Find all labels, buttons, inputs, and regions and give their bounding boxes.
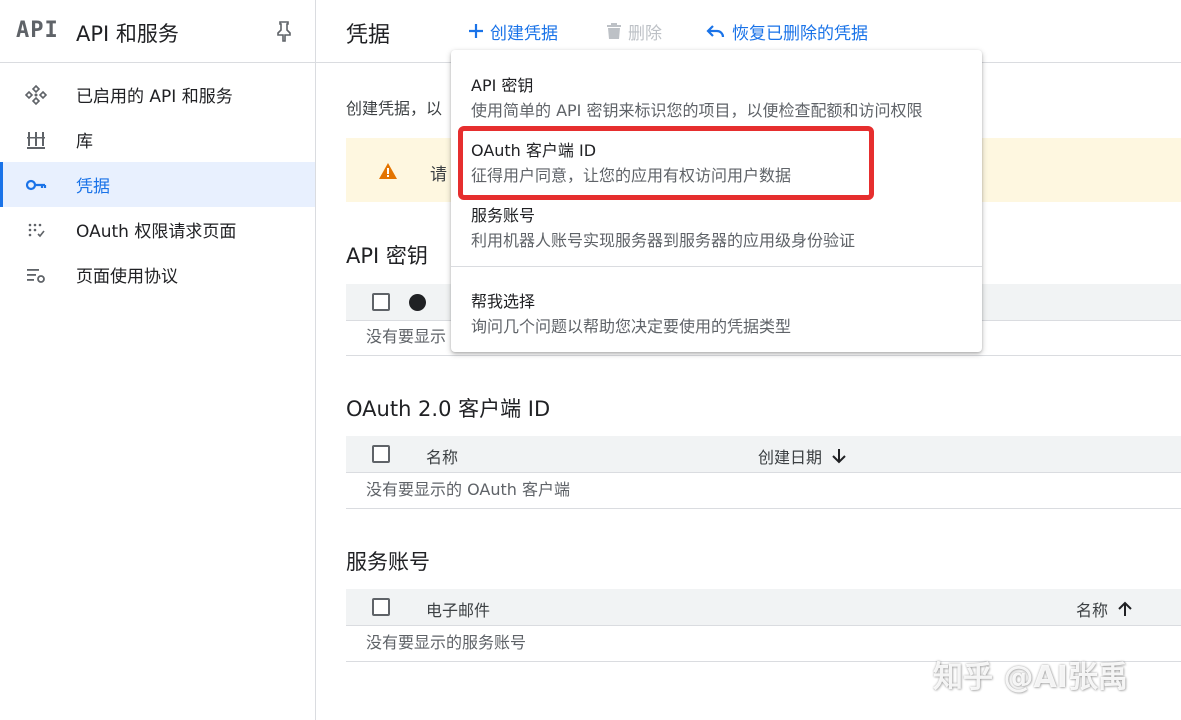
sidebar-item-label: 凭据 (76, 177, 110, 197)
restore-deleted-button[interactable]: 恢复已删除的凭据 (706, 19, 868, 44)
delete-label: 删除 (628, 23, 662, 44)
warning-text: 请 (430, 165, 447, 185)
column-name-sort[interactable]: 名称 (1076, 597, 1132, 621)
service-accounts-table-header: 电子邮件 名称 (346, 589, 1181, 626)
menu-item-service-account[interactable]: 服务账号 利用机器人账号实现服务器到服务器的应用级身份验证 (451, 196, 982, 260)
sidebar-item-label: 已启用的 API 和服务 (76, 87, 233, 107)
status-dot-icon (409, 294, 426, 311)
select-all-checkbox[interactable] (372, 598, 390, 616)
menu-item-desc: 询问几个问题以帮助您决定要使用的凭据类型 (471, 317, 792, 336)
menu-item-help-me-choose[interactable]: 帮我选择 询问几个问题以帮助您决定要使用的凭据类型 (451, 282, 982, 346)
intro-text: 创建凭据，以 (346, 99, 443, 118)
column-name[interactable]: 名称 (426, 444, 458, 468)
sidebar-item-label: OAuth 权限请求页面 (76, 222, 237, 242)
sidebar-header: API API 和服务 (0, 0, 315, 63)
sidebar-item-label: 页面使用协议 (76, 267, 178, 287)
page-title: 凭据 (346, 23, 391, 48)
column-name-label: 名称 (1076, 601, 1109, 620)
library-icon (27, 132, 45, 149)
menu-item-desc: 利用机器人账号实现服务器到服务器的应用级身份验证 (471, 231, 856, 250)
create-credentials-menu: API 密钥 使用简单的 API 密钥来标识您的项目，以便检查配额和访问权限 O… (451, 50, 982, 352)
warning-icon (379, 163, 397, 179)
undo-icon (706, 25, 725, 38)
select-all-checkbox[interactable] (372, 445, 390, 463)
select-all-checkbox[interactable] (372, 293, 390, 311)
menu-item-title: API 密钥 (471, 76, 534, 95)
oauth-table-header: 名称 创建日期 (346, 436, 1181, 473)
consent-dots-icon (28, 223, 45, 238)
apis-diamond-icon (25, 84, 47, 106)
pin-icon[interactable] (274, 20, 294, 42)
restore-label: 恢复已删除的凭据 (732, 23, 868, 44)
arrow-down-icon (832, 449, 846, 464)
sidebar-title: API 和服务 (76, 22, 179, 46)
column-created-date-label: 创建日期 (758, 448, 823, 467)
oauth-title: OAuth 2.0 客户端 ID (346, 397, 551, 421)
menu-item-api-key[interactable]: API 密钥 使用简单的 API 密钥来标识您的项目，以便检查配额和访问权限 (451, 66, 982, 130)
menu-item-desc: 使用简单的 API 密钥来标识您的项目，以便检查配额和访问权限 (471, 101, 923, 120)
api-keys-title: API 密钥 (346, 244, 428, 268)
watermark: 知乎 @AI张禹 (933, 660, 1128, 695)
sidebar-item-enabled-apis[interactable]: 已启用的 API 和服务 (0, 72, 315, 117)
sidebar-item-label: 库 (76, 132, 93, 152)
settings-list-icon (27, 269, 45, 283)
sidebar-item-page-usage[interactable]: 页面使用协议 (0, 252, 315, 297)
create-credentials-label: 创建凭据 (490, 23, 558, 44)
column-created-date[interactable]: 创建日期 (758, 444, 846, 468)
menu-divider (451, 266, 982, 267)
menu-item-title: 帮我选择 (471, 292, 536, 311)
sidebar-nav: 已启用的 API 和服务 库 凭据 OAuth 权限请求页面 页面使用协议 (0, 72, 315, 297)
plus-icon (469, 24, 483, 38)
sidebar-item-library[interactable]: 库 (0, 117, 315, 162)
key-icon (25, 179, 47, 191)
sidebar-item-credentials[interactable]: 凭据 (0, 162, 315, 207)
column-email[interactable]: 电子邮件 (426, 597, 490, 621)
highlight-annotation (458, 126, 874, 200)
delete-button[interactable]: 删除 (606, 19, 662, 44)
arrow-up-icon (1118, 601, 1132, 616)
trash-icon (607, 23, 621, 39)
oauth-empty: 没有要显示的 OAuth 客户端 (346, 473, 1181, 509)
api-logo: API (16, 18, 59, 43)
create-credentials-button[interactable]: 创建凭据 (468, 19, 558, 44)
sidebar: API API 和服务 已启用的 API 和服务 库 凭据 OAuth 权限请求… (0, 0, 316, 720)
service-accounts-title: 服务账号 (346, 550, 430, 574)
sidebar-item-oauth-consent[interactable]: OAuth 权限请求页面 (0, 207, 315, 252)
menu-item-title: 服务账号 (471, 206, 536, 225)
